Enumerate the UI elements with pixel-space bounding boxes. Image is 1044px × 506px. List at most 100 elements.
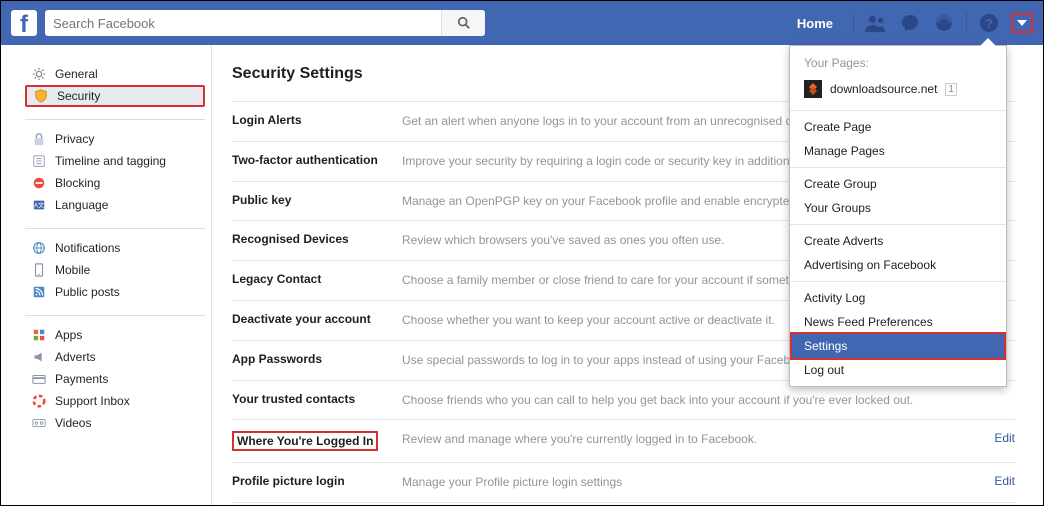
sidebar-item-label: Public posts	[55, 285, 120, 299]
timeline-icon	[31, 153, 47, 169]
sidebar-item-label: Payments	[55, 372, 108, 386]
sidebar-item-label: Notifications	[55, 241, 120, 255]
block-icon	[31, 175, 47, 191]
page-icon	[804, 80, 822, 98]
search-button[interactable]	[441, 10, 485, 36]
sidebar-item-label: General	[55, 67, 98, 81]
dropdown-header: Your Pages:	[790, 52, 1006, 76]
sidebar-item-mobile[interactable]: Mobile	[25, 259, 205, 281]
sidebar-item-label: Timeline and tagging	[55, 154, 166, 168]
topbar-right: Home ?	[787, 11, 1033, 35]
sidebar-divider	[25, 119, 205, 120]
dropdown-pointer	[980, 38, 996, 46]
sidebar-item-videos[interactable]: Videos	[25, 412, 205, 434]
sidebar-item-notifications[interactable]: Notifications	[25, 237, 205, 259]
mobile-icon	[31, 262, 47, 278]
card-icon	[31, 371, 47, 387]
sidebar-item-support-inbox[interactable]: Support Inbox	[25, 390, 205, 412]
page-badge: 1	[945, 83, 957, 96]
setting-label: Where You're Logged In	[232, 431, 402, 451]
apps-icon	[31, 327, 47, 343]
sidebar-item-label: Blocking	[55, 176, 100, 190]
setting-row[interactable]: Where You're Logged InReview and manage …	[232, 419, 1015, 462]
setting-label: Legacy Contact	[232, 272, 402, 286]
separator	[966, 13, 967, 33]
sidebar-item-timeline-and-tagging[interactable]: Timeline and tagging	[25, 150, 205, 172]
support-icon	[31, 393, 47, 409]
dropdown-page-item[interactable]: downloadsource.net 1	[790, 76, 1006, 106]
sidebar-item-security[interactable]: Security	[25, 85, 205, 107]
sidebar-item-label: Language	[55, 198, 108, 212]
sidebar-item-blocking[interactable]: Blocking	[25, 172, 205, 194]
sidebar-item-label: Adverts	[55, 350, 96, 364]
search-box	[45, 10, 485, 36]
dropdown-item-activity-log[interactable]: Activity Log	[790, 286, 1006, 310]
sidebar-item-payments[interactable]: Payments	[25, 368, 205, 390]
notifications-icon[interactable]	[932, 11, 956, 35]
sidebar-item-general[interactable]: General	[25, 63, 205, 85]
setting-row[interactable]: Profile picture loginManage your Profile…	[232, 462, 1015, 503]
dropdown-divider	[790, 224, 1006, 225]
rss-icon	[31, 284, 47, 300]
settings-sidebar: General Security Privacy Timeline and taggi…	[1, 45, 211, 505]
dropdown-item-create-group[interactable]: Create Group	[790, 172, 1006, 196]
dropdown-item-log-out[interactable]: Log out	[790, 358, 1006, 382]
help-icon[interactable]: ?	[977, 11, 1001, 35]
dropdown-item-create-adverts[interactable]: Create Adverts	[790, 229, 1006, 253]
svg-text:?: ?	[985, 16, 993, 31]
sidebar-item-public-posts[interactable]: Public posts	[25, 281, 205, 303]
sidebar-item-label: Privacy	[55, 132, 94, 146]
facebook-logo[interactable]: f	[11, 10, 37, 36]
dropdown-divider	[790, 281, 1006, 282]
search-icon	[457, 16, 471, 30]
setting-label: Profile picture login	[232, 474, 402, 488]
sidebar-item-label: Mobile	[55, 263, 90, 277]
lock-icon	[31, 131, 47, 147]
setting-description: Manage your Profile picture login settin…	[402, 474, 984, 491]
edit-link[interactable]: Edit	[984, 474, 1015, 488]
home-link[interactable]: Home	[787, 16, 843, 31]
sidebar-item-adverts[interactable]: Adverts	[25, 346, 205, 368]
sidebar-divider	[25, 315, 205, 316]
dropdown-divider	[790, 110, 1006, 111]
setting-description: Review and manage where you're currently…	[402, 431, 984, 448]
dropdown-divider	[790, 167, 1006, 168]
chevron-down-icon	[1017, 20, 1027, 26]
dropdown-item-advertising-on-facebook[interactable]: Advertising on Facebook	[790, 253, 1006, 277]
sidebar-item-apps[interactable]: Apps	[25, 324, 205, 346]
dropdown-item-create-page[interactable]: Create Page	[790, 115, 1006, 139]
dropdown-item-your-groups[interactable]: Your Groups	[790, 196, 1006, 220]
ad-icon	[31, 349, 47, 365]
separator	[853, 13, 854, 33]
sidebar-item-language[interactable]: A文 Language	[25, 194, 205, 216]
sidebar-item-label: Security	[57, 89, 100, 103]
top-navigation-bar: f Home ?	[1, 1, 1043, 45]
setting-label: Deactivate your account	[232, 312, 402, 326]
setting-description: Choose friends who you can call to help …	[402, 392, 1015, 409]
setting-label: Recognised Devices	[232, 232, 402, 246]
setting-label: Two-factor authentication	[232, 153, 402, 167]
video-icon	[31, 415, 47, 431]
setting-label: Public key	[232, 193, 402, 207]
setting-label: Your trusted contacts	[232, 392, 402, 406]
dropdown-item-settings[interactable]: Settings	[790, 332, 1006, 360]
shield-icon	[33, 88, 49, 104]
dropdown-item-news-feed-preferences[interactable]: News Feed Preferences	[790, 310, 1006, 334]
gear-icon	[31, 66, 47, 82]
friend-requests-icon[interactable]	[864, 11, 888, 35]
dropdown-item-manage-pages[interactable]: Manage Pages	[790, 139, 1006, 163]
sidebar-divider	[25, 228, 205, 229]
edit-link[interactable]: Edit	[984, 431, 1015, 445]
account-dropdown: Your Pages: downloadsource.net 1 Create …	[789, 45, 1007, 387]
setting-label: Login Alerts	[232, 113, 402, 127]
messages-icon[interactable]	[898, 11, 922, 35]
account-menu-button[interactable]	[1011, 13, 1033, 33]
sidebar-item-privacy[interactable]: Privacy	[25, 128, 205, 150]
search-input[interactable]	[45, 11, 441, 35]
lang-icon: A文	[31, 197, 47, 213]
page-name: downloadsource.net	[830, 82, 937, 96]
sidebar-item-label: Apps	[55, 328, 82, 342]
sidebar-item-label: Support Inbox	[55, 394, 130, 408]
svg-text:A文: A文	[34, 202, 44, 210]
setting-label: App Passwords	[232, 352, 402, 366]
